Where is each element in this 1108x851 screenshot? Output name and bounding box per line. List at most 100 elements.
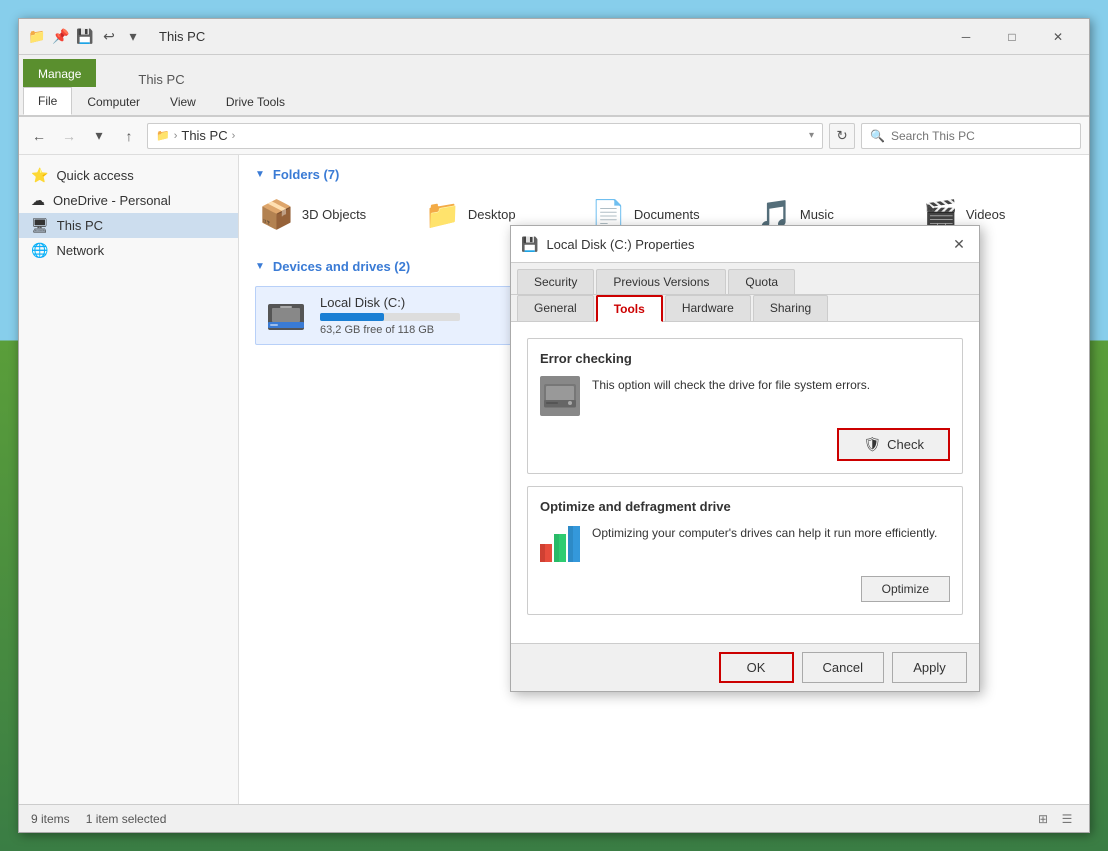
save-icon[interactable]: 💾 <box>75 27 95 47</box>
drive-name-c: Local Disk (C:) <box>320 295 526 310</box>
path-this-pc: This PC <box>181 128 227 143</box>
drive-icon-container <box>264 296 308 336</box>
check-button[interactable]: 🛡 Check <box>837 428 950 461</box>
sidebar-label-this-pc: This PC <box>57 218 103 233</box>
path-chevron: › <box>232 130 236 142</box>
tab-file[interactable]: File <box>23 87 72 115</box>
close-button[interactable]: ✕ <box>1035 19 1081 55</box>
optimize-btn-container: Optimize <box>540 576 950 602</box>
sidebar-item-onedrive[interactable]: ☁ OneDrive - Personal <box>19 188 238 213</box>
sidebar: ⭐ Quick access ☁ OneDrive - Personal 🖥 T… <box>19 155 239 804</box>
sidebar-item-this-pc[interactable]: 🖥 This PC <box>19 213 238 238</box>
pin-icon: 📌 <box>51 27 71 47</box>
shield-icon: 🛡 <box>863 436 881 453</box>
dialog-tabs: Security Previous Versions Quota <box>511 263 979 295</box>
dialog-tab-hardware[interactable]: Hardware <box>665 295 751 321</box>
sidebar-label-onedrive: OneDrive - Personal <box>53 193 171 208</box>
window-title: This PC <box>159 29 943 44</box>
sidebar-label-quick-access: Quick access <box>56 168 133 183</box>
back-button[interactable]: ← <box>27 124 51 148</box>
sidebar-item-quick-access[interactable]: ⭐ Quick access <box>19 163 238 188</box>
dialog-tab-security[interactable]: Security <box>517 269 594 294</box>
cancel-button[interactable]: Cancel <box>802 652 884 683</box>
dialog-close-button[interactable]: ✕ <box>949 234 969 254</box>
list-view-button[interactable]: ☰ <box>1057 809 1077 829</box>
search-box[interactable]: 🔍 <box>861 123 1081 149</box>
drive-item-c[interactable]: Local Disk (C:) 63,2 GB free of 118 GB <box>255 286 535 345</box>
drive-info-c: Local Disk (C:) 63,2 GB free of 118 GB <box>320 295 526 336</box>
minimize-button[interactable]: ─ <box>943 19 989 55</box>
check-btn-label: Check <box>887 437 924 452</box>
drive-space-c: 63,2 GB free of 118 GB <box>320 324 526 336</box>
path-folder-icon: 📁 <box>156 129 170 142</box>
folders-collapse-arrow[interactable]: ▼ <box>255 169 265 180</box>
search-input[interactable] <box>891 129 1072 143</box>
folder-name-desktop: Desktop <box>468 207 516 222</box>
properties-dialog[interactable]: 💾 Local Disk (C:) Properties ✕ Security … <box>510 225 980 692</box>
drives-header-label: Devices and drives (2) <box>273 259 410 274</box>
dialog-tab-general[interactable]: General <box>517 295 594 321</box>
path-arrow: › <box>174 130 178 142</box>
tab-drive-tools[interactable]: Drive Tools <box>211 87 300 115</box>
folders-section-header: ▼ Folders (7) <box>255 167 1073 182</box>
dialog-footer: OK Cancel Apply <box>511 643 979 691</box>
drive-bar-fill-c <box>320 313 384 321</box>
file-explorer-icon: 📁 <box>27 27 47 47</box>
dialog-tab-sharing[interactable]: Sharing <box>753 295 828 321</box>
folder-icon-desktop: 📁 <box>425 198 460 231</box>
title-bar-icons: 📁 📌 💾 ↩ ▾ <box>27 27 143 47</box>
quick-access-icon: ⭐ <box>31 167 48 184</box>
optimize-button[interactable]: Optimize <box>861 576 950 602</box>
status-view-controls: ⊞ ☰ <box>1033 809 1077 829</box>
tab-view[interactable]: View <box>155 87 211 115</box>
maximize-button[interactable]: □ <box>989 19 1035 55</box>
undo-icon[interactable]: ↩ <box>99 27 119 47</box>
check-btn-container: 🛡 Check <box>540 428 950 461</box>
status-bar: 9 items 1 item selected ⊞ ☰ <box>19 804 1089 832</box>
folder-item-3d-objects[interactable]: 📦 3D Objects <box>255 194 405 235</box>
dialog-title-text: Local Disk (C:) Properties <box>546 237 941 252</box>
error-checking-section: Error checking This option will check th… <box>527 338 963 474</box>
error-checking-desc: This option will check the drive for fil… <box>592 376 870 394</box>
apply-button[interactable]: Apply <box>892 652 967 683</box>
address-bar: ← → ▾ ↑ 📁 › This PC › ▾ ↻ 🔍 <box>19 117 1089 155</box>
search-icon: 🔍 <box>870 129 885 143</box>
item-count: 9 items <box>31 812 70 826</box>
network-icon: 🌐 <box>31 242 48 259</box>
dropdown-icon[interactable]: ▾ <box>123 27 143 47</box>
title-bar: 📁 📌 💾 ↩ ▾ This PC ─ □ ✕ <box>19 19 1089 55</box>
forward-button[interactable]: → <box>57 124 81 148</box>
dialog-tab-tools[interactable]: Tools <box>596 295 663 322</box>
sidebar-item-network[interactable]: 🌐 Network <box>19 238 238 263</box>
tab-computer[interactable]: Computer <box>72 87 155 115</box>
optimize-desc: Optimizing your computer's drives can he… <box>592 524 937 542</box>
error-checking-title: Error checking <box>540 351 950 366</box>
drives-collapse-arrow[interactable]: ▼ <box>255 261 265 272</box>
folder-name-3d-objects: 3D Objects <box>302 207 366 222</box>
item-selected: 1 item selected <box>86 812 167 826</box>
refresh-button[interactable]: ↻ <box>829 123 855 149</box>
folder-icon-3d-objects: 📦 <box>259 198 294 231</box>
address-path[interactable]: 📁 › This PC › ▾ <box>147 123 823 149</box>
this-pc-icon: 🖥 <box>31 217 49 234</box>
tab-manage[interactable]: Manage <box>23 59 96 87</box>
folder-name-documents: Documents <box>634 207 700 222</box>
optimize-icon <box>540 524 580 564</box>
dialog-tab-previous-versions[interactable]: Previous Versions <box>596 269 726 294</box>
up-button[interactable]: ↑ <box>117 124 141 148</box>
tile-view-button[interactable]: ⊞ <box>1033 809 1053 829</box>
ribbon-tabs: Manage This PC <box>19 55 1089 87</box>
dialog-content: Error checking This option will check th… <box>511 322 979 643</box>
dialog-tab-quota[interactable]: Quota <box>728 269 795 294</box>
dialog-title-icon: 💾 <box>521 236 538 253</box>
dialog-tabs-row2: General Tools Hardware Sharing <box>511 295 979 322</box>
folders-header-label: Folders (7) <box>273 167 339 182</box>
optimize-title: Optimize and defragment drive <box>540 499 950 514</box>
ok-button[interactable]: OK <box>719 652 794 683</box>
path-dropdown-icon[interactable]: ▾ <box>809 130 814 141</box>
recent-button[interactable]: ▾ <box>87 124 111 148</box>
optimize-section: Optimize and defragment drive Optimizing… <box>527 486 963 615</box>
hdd-icon <box>540 376 580 416</box>
sidebar-label-network: Network <box>56 243 104 258</box>
window-controls: ─ □ ✕ <box>943 19 1081 55</box>
